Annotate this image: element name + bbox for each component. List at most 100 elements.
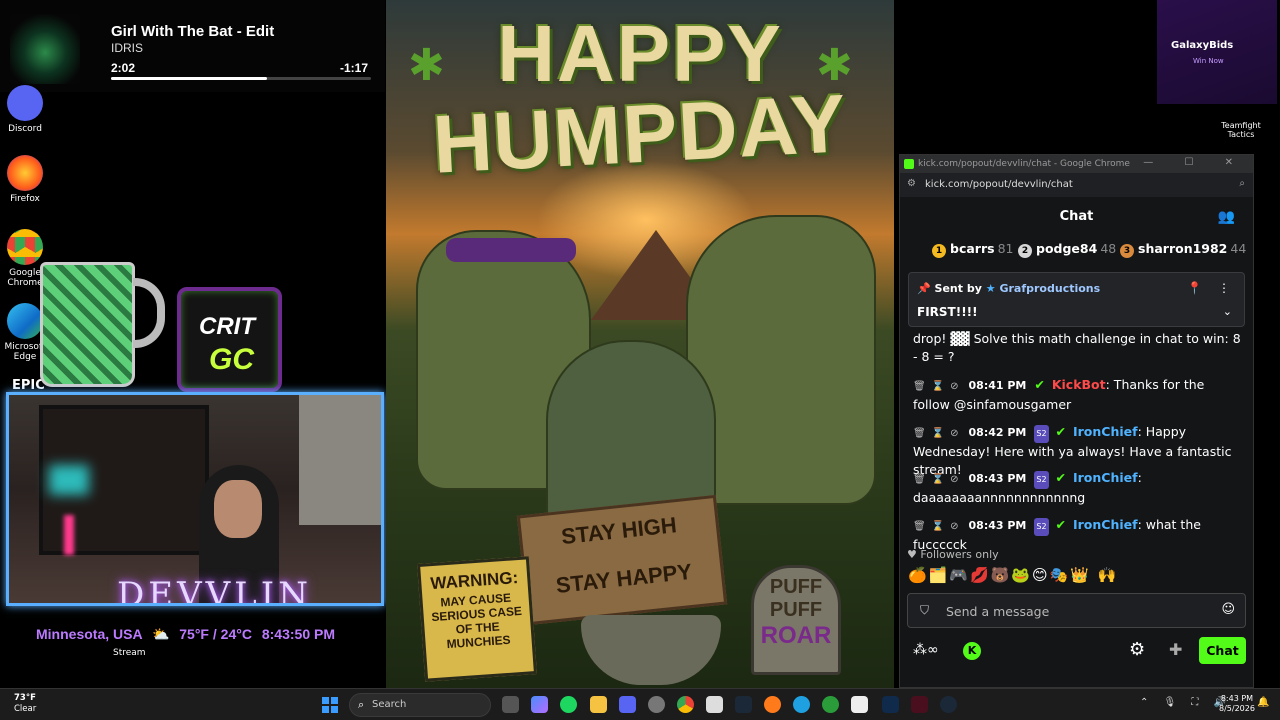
galaxybids-widget[interactable]: GalaxyBids Win Now [1157, 0, 1277, 104]
leader-points: 44 [1230, 241, 1247, 256]
emoji-icon[interactable]: ☺ [1221, 602, 1235, 617]
message-input[interactable]: ⛉ Send a message ☺ [907, 593, 1246, 628]
followers-only-text: Followers only [920, 548, 999, 561]
verified-icon: ✔ [1055, 517, 1066, 532]
message-user[interactable]: IronChief [1073, 470, 1138, 485]
puff-text: PUFF PUFF [769, 576, 823, 621]
pinned-user[interactable]: Grafproductions [999, 282, 1100, 295]
mod-tools-icons[interactable]: 🗑⌛⊘ [913, 521, 965, 532]
address-bar[interactable]: ⚙ kick.com/popout/devvlin/chat ⌕ [900, 173, 1253, 197]
desktop-icon-label: Discord [8, 124, 42, 134]
task-view-icon[interactable] [502, 696, 519, 713]
taskbar-clock[interactable]: 8:43 PM 8/5/2026 [1219, 694, 1255, 714]
chat-points-icon[interactable]: ⁂∞ [913, 642, 939, 658]
partly-cloudy-icon: ⛅ [151, 626, 170, 642]
zoom-icon[interactable]: ⌕ [1239, 178, 1245, 189]
remaining-time: -1:17 [340, 61, 369, 75]
pink-light [64, 515, 74, 555]
mod-tools-icons[interactable]: 🗑⌛⊘ [913, 428, 965, 439]
taskbar-weather[interactable]: 73°F Clear [14, 693, 36, 715]
subscriber-badge: S2 [1034, 471, 1049, 489]
stay-high-sign: STAY HIGH STAY HAPPY [516, 494, 728, 626]
emote-bar[interactable]: 🍊🗂️🎮💋🐻🐸😊🎭👑 🙌 [908, 566, 1158, 588]
chat-title: Chat [1059, 209, 1094, 224]
discord-icon[interactable] [619, 696, 636, 713]
notification-icon[interactable]: 🔔 [1257, 697, 1269, 708]
track-title: Girl With The Bat - Edit [111, 23, 275, 40]
pinned-message[interactable]: 📌 Sent by ★ Grafproductions FIRST!!!! 📍 … [908, 272, 1245, 327]
roar-text: ROAR [760, 622, 832, 649]
pinned-sender: 📌 Sent by ★ Grafproductions [917, 282, 1100, 295]
leaf-icon: ✱ [408, 40, 445, 91]
photos-icon[interactable] [851, 696, 868, 713]
followers-only-indicator: ♥ Followers only [907, 548, 999, 561]
chevron-down-icon[interactable]: ⌄ [1223, 305, 1232, 318]
firefox-icon[interactable] [764, 696, 781, 713]
users-icon[interactable]: 👥 [1218, 209, 1235, 225]
sunglasses [446, 238, 576, 262]
input-placeholder: Send a message [946, 604, 1050, 619]
site-info-icon[interactable]: ⚙ [907, 178, 916, 189]
desktop-icon-label: Firefox [10, 194, 40, 204]
location-text: Minnesota, USA [36, 626, 143, 642]
chrome-icon [7, 229, 43, 265]
chat-header: Chat 👥 [900, 197, 1253, 237]
message-time: 08:42 PM [968, 426, 1027, 439]
clock-date: 8/5/2026 [1219, 704, 1255, 713]
steam-tray-icon[interactable] [940, 696, 957, 713]
window-controls[interactable]: — ☐ ✕ [1143, 157, 1247, 168]
edge-icon [7, 303, 43, 339]
crit-text: CRIT [199, 313, 255, 340]
message-user[interactable]: IronChief [1073, 424, 1138, 439]
mod-tools-icons[interactable]: 🗑⌛⊘ [913, 381, 965, 392]
message-user[interactable]: IronChief [1073, 517, 1138, 532]
chrome-icon[interactable] [677, 696, 694, 713]
weather-condition: Clear [14, 704, 37, 714]
subscriber-badge: S2 [1034, 518, 1049, 536]
kick-logo-icon[interactable]: K [963, 642, 981, 660]
chat-message: 🗑⌛⊘ 08:41 PM ✔ KickBot: Thanks for the f… [913, 376, 1243, 414]
chat-send-button[interactable]: Chat [1199, 637, 1246, 664]
warning-sign: WARNING: MAY CAUSE SERIOUS CASE OF THE M… [417, 556, 537, 682]
store-icon[interactable] [706, 696, 723, 713]
progress-fill [111, 77, 267, 80]
window-titlebar[interactable]: kick.com/popout/devvlin/chat - Google Ch… [900, 155, 1253, 173]
gear-icon[interactable]: ⚙ [1129, 639, 1145, 660]
github-icon[interactable] [648, 696, 665, 713]
extensions-icon[interactable]: ✚ [1169, 640, 1182, 659]
sign-line-1: STAY HIGH [560, 512, 678, 550]
desktop-icon-teamfight-tactics[interactable]: Teamfight Tactics [1215, 121, 1267, 139]
more-options-icon[interactable]: ⋮ [1218, 281, 1230, 295]
taskbar-search[interactable]: ⌕ Search [349, 693, 491, 717]
progress-bar[interactable] [111, 77, 371, 80]
leader-name: bcarrs [950, 241, 995, 256]
light-glow [49, 465, 89, 495]
steam-icon[interactable] [735, 696, 752, 713]
kick-icon [904, 159, 914, 169]
stream-time: 8:43:50 PM [261, 626, 335, 642]
edge-icon[interactable] [793, 696, 810, 713]
unpin-icon[interactable]: 📍 [1187, 281, 1202, 295]
message-user[interactable]: KickBot [1052, 377, 1106, 392]
leader-2[interactable]: 2 podge84 48 [1018, 241, 1116, 258]
file-explorer-icon[interactable] [590, 696, 607, 713]
chat-message: drop! ▓▓ Solve this math challenge in ch… [913, 330, 1243, 366]
xbox-icon[interactable] [822, 696, 839, 713]
photoshop-icon[interactable] [882, 696, 899, 713]
desktop-icon-discord[interactable]: Discord [0, 85, 50, 134]
leader-1[interactable]: 1 bcarrs 81 [932, 241, 1013, 258]
indesign-icon[interactable] [911, 696, 928, 713]
start-button[interactable] [322, 697, 338, 713]
search-placeholder: Search [372, 699, 407, 710]
subscriber-badge: S2 [1034, 425, 1049, 443]
desktop-icon-firefox[interactable]: Firefox [0, 155, 50, 204]
elapsed-time: 2:02 [111, 61, 136, 75]
album-art [10, 14, 80, 84]
leader-name: podge84 [1036, 241, 1098, 256]
mod-tools-icons[interactable]: 🗑⌛⊘ [913, 474, 965, 485]
desktop-icon-label: Google Chrome [7, 268, 43, 288]
leader-3[interactable]: 3 sharron1982 44 [1120, 241, 1246, 258]
copilot-icon[interactable] [531, 696, 548, 713]
spotify-icon[interactable] [560, 696, 577, 713]
weather-text: 75°F / 24°C [179, 626, 252, 642]
